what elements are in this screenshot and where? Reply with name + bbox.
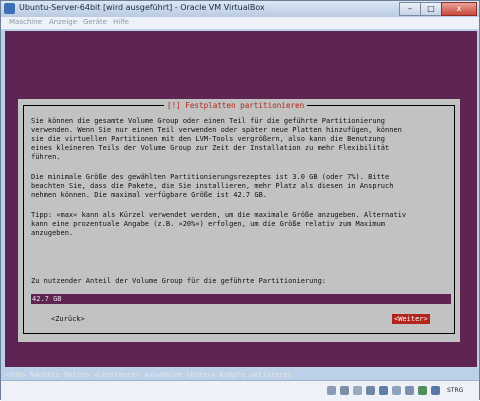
display-icon[interactable] [392,386,401,395]
text-line: verwenden. Wenn Sie nur einen Teil verwe… [31,126,402,134]
menu-maschine[interactable]: Maschine [9,18,42,26]
usb-icon[interactable] [353,386,362,395]
menu-bar: Maschine Anzeige Geräte Hilfe [1,17,479,29]
text-line: beachten Sie, dass die Pakete, die Sie i… [31,182,394,190]
text-line: eines kleineren Teils der Volume Group z… [31,144,390,152]
menu-hilfe[interactable]: Hilfe [113,18,129,26]
shared-folders-icon[interactable] [366,386,375,395]
host-key-label: STRG [447,387,464,394]
status-bar: STRG [1,380,479,401]
optical-drive-icon[interactable] [340,386,349,395]
text-line: führen. [31,153,61,161]
size-prompt-label: Zu nutzender Anteil der Volume Group für… [31,277,327,285]
paragraph-size-info: Die minimale Größe des gewählten Partiti… [31,173,393,200]
text-line: anzugeben. [31,229,74,237]
virtualbox-window: Ubuntu-Server-64bit [wird ausgeführt] - … [0,0,480,401]
close-button[interactable]: x [441,2,477,16]
window-controls: – □ x [399,2,477,16]
virtualbox-app-icon [4,3,15,14]
title-bar[interactable]: Ubuntu-Server-64bit [wird ausgeführt] - … [1,1,479,17]
volume-size-value: 42.7 GB [32,295,62,303]
cpu-activity-icon [418,386,427,395]
video-capture-icon[interactable] [405,386,414,395]
vm-screen[interactable]: [!] Festplatten partitionieren Sie könne… [5,31,477,367]
volume-size-input[interactable]: 42.7 GB [31,294,451,304]
next-button[interactable]: <Weiter> [392,314,430,324]
dialog-title: [!] Festplatten partitionieren [164,100,308,111]
text-line: Tipp: »max« kann als Kürzel verwendet we… [31,211,407,219]
text-line: Die minimale Größe des gewählten Partiti… [31,173,390,181]
partition-dialog: [!] Festplatten partitionieren Sie könne… [18,99,460,342]
mouse-integration-icon[interactable] [431,386,440,395]
window-title: Ubuntu-Server-64bit [wird ausgeführt] - … [19,3,265,12]
text-line: nehmen können. Die maximal verfügbare Gr… [31,191,268,199]
network-icon[interactable] [379,386,388,395]
menu-anzeige[interactable]: Anzeige [49,18,77,26]
hard-disk-icon[interactable] [327,386,336,395]
keyboard-help-line: <Tab> Nächste Option <Leertaste> Auswähl… [5,371,292,379]
paragraph-tip: Tipp: »max« kann als Kürzel verwendet we… [31,211,406,238]
text-line: sie die virtuellen Partitionen mit den L… [31,135,386,143]
minimize-button[interactable]: – [399,2,421,16]
maximize-button[interactable]: □ [420,2,442,16]
menu-geraete[interactable]: Geräte [83,18,107,26]
text-line: Sie können die gesamte Volume Group oder… [31,117,386,125]
text-line: kann eine prozentuale Angabe (z.B. »20%«… [31,220,386,228]
paragraph-intro: Sie können die gesamte Volume Group oder… [31,117,402,162]
back-button[interactable]: <Zurück> [51,315,85,324]
